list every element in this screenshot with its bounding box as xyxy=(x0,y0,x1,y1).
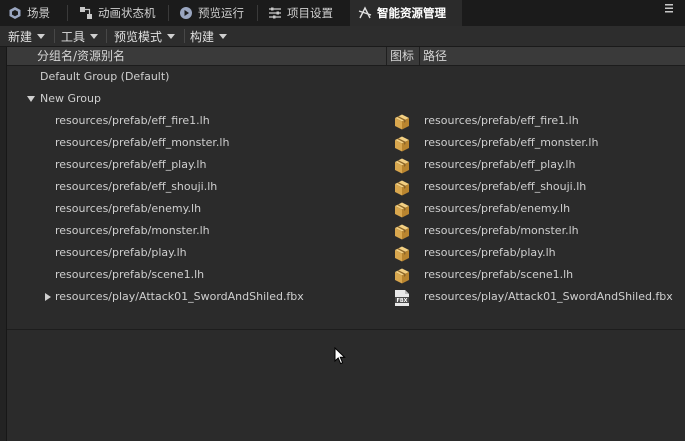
table-divider xyxy=(7,329,685,330)
svg-text:FBX: FBX xyxy=(396,298,407,304)
tools-label: 工具 xyxy=(61,29,86,44)
scene-icon xyxy=(9,7,21,19)
build-label: 构建 xyxy=(190,29,215,44)
resource-tree-table: 分组名/资源别名 图标 路径 Default Group (Default) N… xyxy=(6,47,685,441)
tab-scene[interactable]: 场景 xyxy=(8,0,50,26)
column-header-name[interactable]: 分组名/资源别名 xyxy=(34,47,125,65)
resource-row[interactable]: resources/prefab/scene1.lh resources/pre… xyxy=(7,264,685,286)
resource-row[interactable]: resources/prefab/eff_shouji.lh resources… xyxy=(7,176,685,198)
tab-project-settings[interactable]: 项目设置 xyxy=(268,0,333,26)
resource-alias: resources/play/Attack01_SwordAndShiled.f… xyxy=(55,290,304,303)
tools-dropdown[interactable]: 工具 xyxy=(61,27,99,45)
column-header-icon[interactable]: 图标 xyxy=(387,47,414,65)
resource-alias: resources/prefab/monster.lh xyxy=(55,224,210,237)
resource-path: resources/prefab/eff_shouji.lh xyxy=(424,180,587,193)
resource-path: resources/prefab/play.lh xyxy=(424,246,556,259)
tab-label: 预览运行 xyxy=(198,6,244,20)
resource-alias: resources/prefab/eff_play.lh xyxy=(55,158,207,171)
chevron-down-icon xyxy=(90,33,99,39)
resource-alias: resources/prefab/eff_monster.lh xyxy=(55,136,230,149)
toolbar: 新建 工具 预览模式 构建 xyxy=(0,26,685,47)
panel-menu-icon[interactable] xyxy=(665,4,673,15)
tab-preview-run[interactable]: 预览运行 xyxy=(179,0,244,26)
chevron-down-icon xyxy=(167,33,176,39)
resource-row[interactable]: resources/prefab/enemy.lh resources/pref… xyxy=(7,198,685,220)
prefab-box-icon xyxy=(395,268,409,284)
state-machine-icon xyxy=(80,7,92,19)
build-dropdown[interactable]: 构建 xyxy=(190,27,228,45)
prefab-box-icon xyxy=(395,114,409,130)
fbx-file-icon: FBX xyxy=(395,290,409,306)
tab-label: 动画状态机 xyxy=(98,6,156,20)
preview-run-icon xyxy=(180,7,192,19)
resource-alias: resources/prefab/play.lh xyxy=(55,246,187,259)
resource-alias: resources/prefab/enemy.lh xyxy=(55,202,202,215)
resource-row[interactable]: resources/prefab/eff_fire1.lh resources/… xyxy=(7,110,685,132)
expand-arrow-icon[interactable] xyxy=(27,96,35,102)
table-header: 分组名/资源别名 图标 路径 xyxy=(7,47,685,66)
resource-path: resources/play/Attack01_SwordAndShiled.f… xyxy=(424,290,673,303)
settings-sliders-icon xyxy=(269,7,281,19)
resource-row[interactable]: resources/play/Attack01_SwordAndShiled.f… xyxy=(7,286,685,308)
resource-path: resources/prefab/enemy.lh xyxy=(424,202,571,215)
resource-alias: resources/prefab/eff_shouji.lh xyxy=(55,180,218,193)
chevron-down-icon xyxy=(219,33,228,39)
group-row-default[interactable]: Default Group (Default) xyxy=(7,66,685,88)
tab-bar: 场景 动画状态机 预览运行 项目设置 智能资源管理 xyxy=(0,0,685,26)
prefab-box-icon xyxy=(395,180,409,196)
tab-label: 项目设置 xyxy=(287,6,333,20)
resource-row[interactable]: resources/prefab/eff_monster.lh resource… xyxy=(7,132,685,154)
prefab-box-icon xyxy=(395,202,409,218)
tab-label: 智能资源管理 xyxy=(377,6,446,20)
new-label: 新建 xyxy=(8,29,33,44)
prefab-box-icon xyxy=(395,224,409,240)
resource-row[interactable]: resources/prefab/play.lh resources/prefa… xyxy=(7,242,685,264)
expand-arrow-icon[interactable] xyxy=(45,293,51,301)
preview-mode-dropdown[interactable]: 预览模式 xyxy=(114,27,176,45)
prefab-box-icon xyxy=(395,136,409,152)
tab-label: 场景 xyxy=(27,6,50,20)
column-header-path[interactable]: 路径 xyxy=(420,47,447,65)
resource-path: resources/prefab/eff_play.lh xyxy=(424,158,576,171)
prefab-box-icon xyxy=(395,158,409,174)
resource-path: resources/prefab/eff_monster.lh xyxy=(424,136,599,149)
prefab-box-icon xyxy=(395,246,409,262)
smart-resource-icon xyxy=(358,6,372,19)
preview-mode-label: 预览模式 xyxy=(114,29,163,44)
group-row-new-group[interactable]: New Group xyxy=(7,88,685,110)
resource-row[interactable]: resources/prefab/monster.lh resources/pr… xyxy=(7,220,685,242)
resource-alias: resources/prefab/eff_fire1.lh xyxy=(55,114,210,127)
tab-smart-resource-management[interactable]: 智能资源管理 xyxy=(350,0,462,26)
chevron-down-icon xyxy=(37,33,46,39)
new-dropdown[interactable]: 新建 xyxy=(8,27,46,45)
group-label: New Group xyxy=(40,92,101,105)
resource-path: resources/prefab/monster.lh xyxy=(424,224,579,237)
resource-row[interactable]: resources/prefab/eff_play.lh resources/p… xyxy=(7,154,685,176)
resource-path: resources/prefab/eff_fire1.lh xyxy=(424,114,579,127)
mouse-cursor-icon xyxy=(334,347,346,365)
tab-animation-state-machine[interactable]: 动画状态机 xyxy=(79,0,156,26)
resource-path: resources/prefab/scene1.lh xyxy=(424,268,574,281)
resource-alias: resources/prefab/scene1.lh xyxy=(55,268,205,281)
group-label: Default Group (Default) xyxy=(40,70,170,83)
